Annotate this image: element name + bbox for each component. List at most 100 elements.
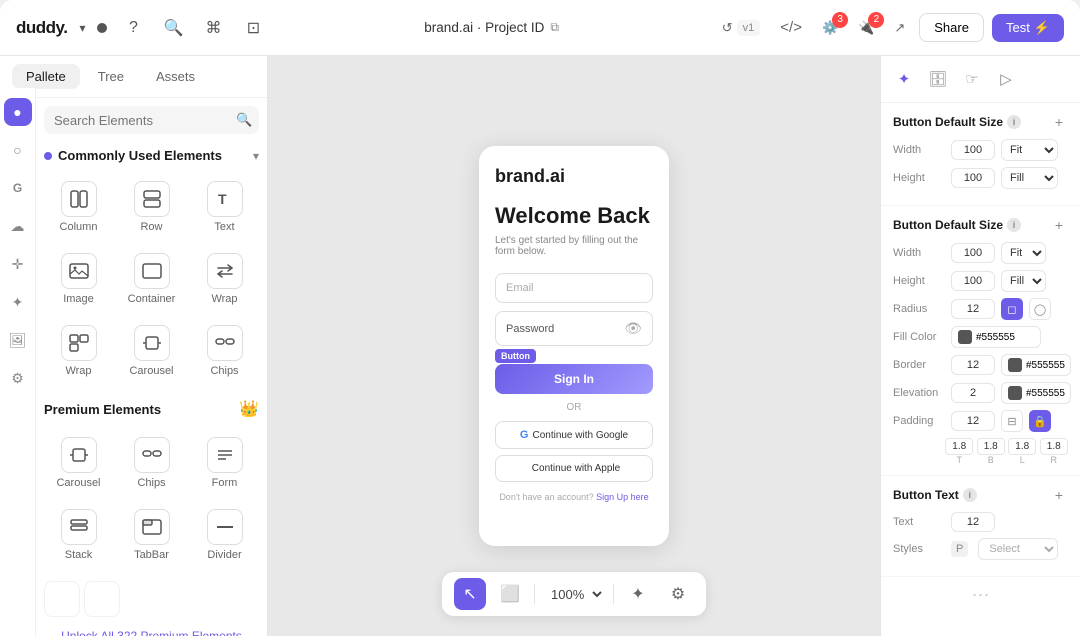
right-tab-data[interactable]: 🗄 <box>923 64 953 94</box>
element-image[interactable]: Image <box>44 245 113 313</box>
copy-icon[interactable]: ⧉ <box>550 20 559 35</box>
radius-btn-circle[interactable]: ◯ <box>1029 298 1051 320</box>
tab-assets[interactable]: Assets <box>142 64 209 89</box>
padding-link-btn[interactable]: ⊟ <box>1001 410 1023 432</box>
zoom-select[interactable]: 100% 75% 50% 150% <box>543 582 605 607</box>
height-select-1[interactable]: FillFitFixed <box>1001 167 1058 189</box>
search-input[interactable] <box>54 113 230 128</box>
apple-button[interactable]: Continue with Apple <box>495 455 653 482</box>
logo[interactable]: duddy. <box>16 18 67 38</box>
tab-pallete[interactable]: Pallete <box>12 64 80 89</box>
premium-form[interactable]: Form <box>190 429 259 497</box>
premium-carousel[interactable]: Carousel <box>44 429 113 497</box>
border-input[interactable] <box>951 355 995 375</box>
premium-tabbar[interactable]: TabBar <box>117 501 186 569</box>
text-input[interactable] <box>951 512 995 532</box>
element-wrap2[interactable]: Wrap <box>44 317 113 385</box>
help-icon[interactable]: ? <box>119 14 147 42</box>
padding-left-input[interactable] <box>1008 438 1036 455</box>
width-input-2[interactable] <box>951 243 995 263</box>
padding-right-input[interactable] <box>1040 438 1068 455</box>
add-icon-2[interactable]: + <box>1050 216 1068 234</box>
styles-p-badge: P <box>951 541 968 557</box>
info-icon-1[interactable]: i <box>1007 115 1021 129</box>
search-icon[interactable]: 🔍 <box>159 14 187 42</box>
padding-top-input[interactable] <box>945 438 973 455</box>
height-input-1[interactable] <box>951 168 995 188</box>
logo-caret[interactable]: ▾ <box>79 21 85 35</box>
border-color-picker[interactable]: #555555 <box>1001 354 1071 376</box>
fill-label: Fill Color <box>893 331 945 343</box>
share-button[interactable]: Share <box>919 13 984 42</box>
elevation-color-picker[interactable]: #555555 <box>1001 382 1071 404</box>
add-icon-3[interactable]: + <box>1050 486 1068 504</box>
premium-tabbar-icon <box>134 509 170 545</box>
element-column[interactable]: Column <box>44 173 113 241</box>
nodes-icon[interactable]: ✦ <box>4 288 32 316</box>
section-3-header: Button Text i + <box>893 486 1068 504</box>
phone-brand: brand.ai <box>495 166 653 187</box>
export-icon[interactable]: ↗ <box>888 16 911 40</box>
crosshair-icon[interactable]: ✛ <box>4 250 32 278</box>
width-input-1[interactable] <box>951 140 995 160</box>
premium-stack[interactable]: Stack <box>44 501 113 569</box>
signup-link[interactable]: Sign Up here <box>596 492 649 502</box>
commonly-used-header[interactable]: Commonly Used Elements ▾ <box>44 146 259 165</box>
radius-row: Radius ◻ ◯ <box>893 298 1068 320</box>
layout-icon[interactable]: ⊡ <box>239 14 267 42</box>
signin-button[interactable]: Sign In <box>495 364 653 394</box>
radius-input[interactable] <box>951 299 995 319</box>
padding-input[interactable] <box>951 411 995 431</box>
height-label-1: Height <box>893 172 945 184</box>
element-text[interactable]: T Text <box>190 173 259 241</box>
right-tab-play[interactable]: ▷ <box>991 64 1021 94</box>
image-icon[interactable]: 🖼 <box>4 326 32 354</box>
info-icon-3[interactable]: i <box>963 488 977 502</box>
element-chips[interactable]: Chips <box>190 317 259 385</box>
element-carousel[interactable]: Carousel <box>117 317 186 385</box>
cloud-icon[interactable]: ☁ <box>4 212 32 240</box>
padding-lock-btn[interactable]: 🔒 <box>1029 410 1051 432</box>
styles-select[interactable]: Select <box>978 538 1058 560</box>
height-select-2[interactable]: FillFit <box>1001 270 1046 292</box>
tab-tree[interactable]: Tree <box>84 64 138 89</box>
element-row[interactable]: Row <box>117 173 186 241</box>
align-tool[interactable]: ✦ <box>622 578 654 610</box>
right-tab-interact[interactable]: ☞ <box>957 64 987 94</box>
google-button[interactable]: G Continue with Google <box>495 421 653 449</box>
device-tool[interactable]: ⬜ <box>494 578 526 610</box>
palette-icon[interactable]: ● <box>4 98 32 126</box>
premium-header[interactable]: Premium Elements 👑 <box>44 397 259 421</box>
gear-icon[interactable]: ⚙ <box>4 364 32 392</box>
settings-icon[interactable]: ⚙️ 3 <box>816 16 844 40</box>
history-icon[interactable]: ↺ v1 <box>716 16 767 40</box>
border-row: Border #555555 <box>893 354 1068 376</box>
radius-btn-square[interactable]: ◻ <box>1001 298 1023 320</box>
padding-bottom-input[interactable] <box>977 438 1005 455</box>
code-icon[interactable]: </> <box>774 15 808 40</box>
password-field[interactable]: Password 👁 <box>495 311 653 346</box>
cursor-tool[interactable]: ↖ <box>454 578 486 610</box>
right-tab-design[interactable]: ✦ <box>889 64 919 94</box>
height-input-2[interactable] <box>951 271 995 291</box>
circle-icon[interactable]: ○ <box>4 136 32 164</box>
text-label: Text <box>893 516 945 528</box>
command-icon[interactable]: ⌘ <box>199 14 227 42</box>
add-icon-1[interactable]: + <box>1050 113 1068 131</box>
element-wrap[interactable]: Wrap <box>190 245 259 313</box>
premium-chips[interactable]: Chips <box>117 429 186 497</box>
fill-color-picker[interactable]: #555555 <box>951 326 1041 348</box>
google-icon[interactable]: G <box>4 174 32 202</box>
settings-tool[interactable]: ⚙ <box>662 578 694 610</box>
unlock-button[interactable]: Unlock All 322 Premium Elements <box>44 621 259 636</box>
width-select-1[interactable]: FitFillFixed <box>1001 139 1058 161</box>
premium-divider[interactable]: Divider <box>190 501 259 569</box>
elevation-input[interactable] <box>951 383 995 403</box>
signin-container: Button Sign In <box>495 354 653 402</box>
plugin-icon[interactable]: 🔌 2 <box>852 16 880 40</box>
width-select-2[interactable]: FitFill <box>1001 242 1046 264</box>
test-button[interactable]: Test ⚡ <box>992 14 1064 42</box>
info-icon-2[interactable]: i <box>1007 218 1021 232</box>
email-field[interactable]: Email <box>495 273 653 303</box>
element-container[interactable]: Container <box>117 245 186 313</box>
